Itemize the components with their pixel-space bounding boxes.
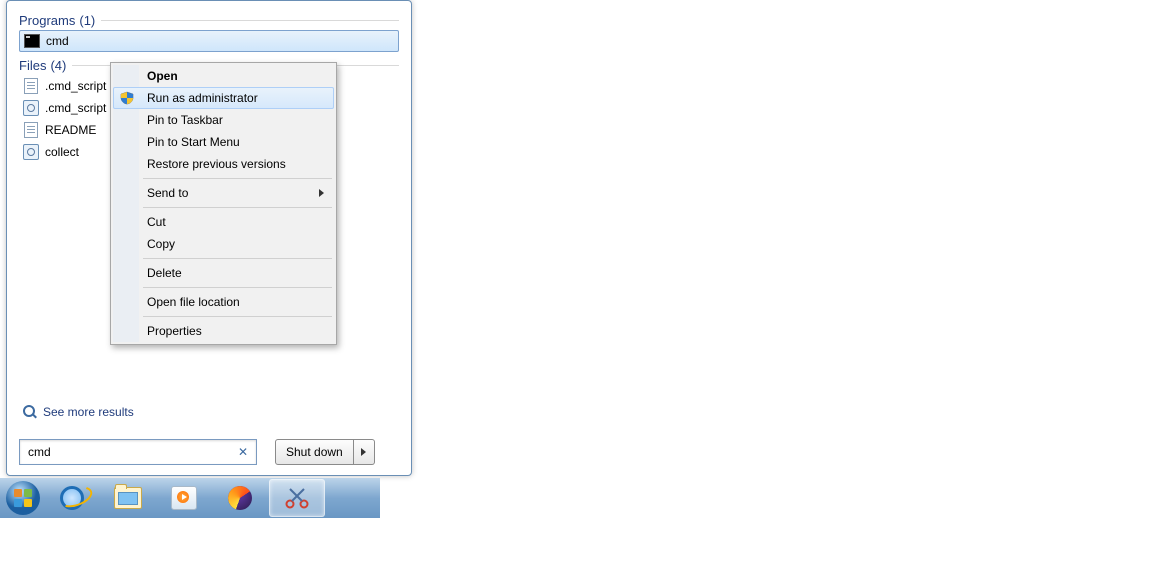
shutdown-options-button[interactable] bbox=[354, 439, 375, 465]
programs-count: (1) bbox=[79, 13, 95, 28]
ctx-cut[interactable]: Cut bbox=[113, 211, 334, 233]
taskbar bbox=[0, 478, 380, 518]
taskbar-explorer[interactable] bbox=[101, 480, 155, 516]
ctx-properties[interactable]: Properties bbox=[113, 320, 334, 342]
shutdown-button[interactable]: Shut down bbox=[275, 439, 354, 465]
search-box[interactable]: ✕ bbox=[19, 439, 257, 465]
ctx-pin-start-menu[interactable]: Pin to Start Menu bbox=[113, 131, 334, 153]
media-player-icon bbox=[171, 486, 197, 510]
file-explorer-icon bbox=[114, 487, 142, 509]
submenu-arrow-icon bbox=[319, 189, 324, 197]
taskbar-ie[interactable] bbox=[45, 480, 99, 516]
ctx-open[interactable]: Open bbox=[113, 65, 334, 87]
script-file-icon bbox=[23, 144, 39, 160]
programs-results: cmd bbox=[19, 30, 399, 52]
start-menu-bottom-row: ✕ Shut down bbox=[19, 439, 399, 465]
text-file-icon bbox=[23, 122, 39, 138]
result-cmd[interactable]: cmd bbox=[19, 30, 399, 52]
ctx-open-file-location[interactable]: Open file location bbox=[113, 291, 334, 313]
see-more-results-link[interactable]: See more results bbox=[23, 405, 134, 419]
script-file-icon bbox=[23, 100, 39, 116]
ctx-run-as-administrator[interactable]: Run as administrator bbox=[113, 87, 334, 109]
start-button[interactable] bbox=[2, 478, 44, 518]
search-input[interactable] bbox=[26, 444, 236, 460]
text-file-icon bbox=[23, 78, 39, 94]
ctx-delete[interactable]: Delete bbox=[113, 262, 334, 284]
clear-search-icon[interactable]: ✕ bbox=[236, 445, 250, 459]
firefox-icon bbox=[228, 486, 252, 510]
taskbar-media-player[interactable] bbox=[157, 480, 211, 516]
ctx-pin-taskbar[interactable]: Pin to Taskbar bbox=[113, 109, 334, 131]
windows-orb-icon bbox=[5, 480, 41, 516]
ctx-send-to[interactable]: Send to bbox=[113, 182, 334, 204]
files-count: (4) bbox=[50, 58, 66, 73]
context-menu: Open Run as administrator Pin to Taskbar… bbox=[110, 62, 337, 345]
chevron-right-icon bbox=[361, 448, 366, 456]
programs-section-header: Programs (1) bbox=[19, 13, 399, 28]
programs-title: Programs bbox=[19, 13, 75, 28]
uac-shield-icon bbox=[120, 91, 134, 105]
shutdown-split-button: Shut down bbox=[275, 439, 375, 465]
cmd-icon bbox=[24, 33, 40, 49]
taskbar-snipping-tool[interactable] bbox=[269, 479, 325, 517]
internet-explorer-icon bbox=[60, 486, 84, 510]
taskbar-firefox[interactable] bbox=[213, 480, 267, 516]
snipping-tool-icon bbox=[284, 487, 310, 509]
files-title: Files bbox=[19, 58, 46, 73]
ctx-copy[interactable]: Copy bbox=[113, 233, 334, 255]
ctx-restore-previous[interactable]: Restore previous versions bbox=[113, 153, 334, 175]
search-icon bbox=[23, 405, 37, 419]
